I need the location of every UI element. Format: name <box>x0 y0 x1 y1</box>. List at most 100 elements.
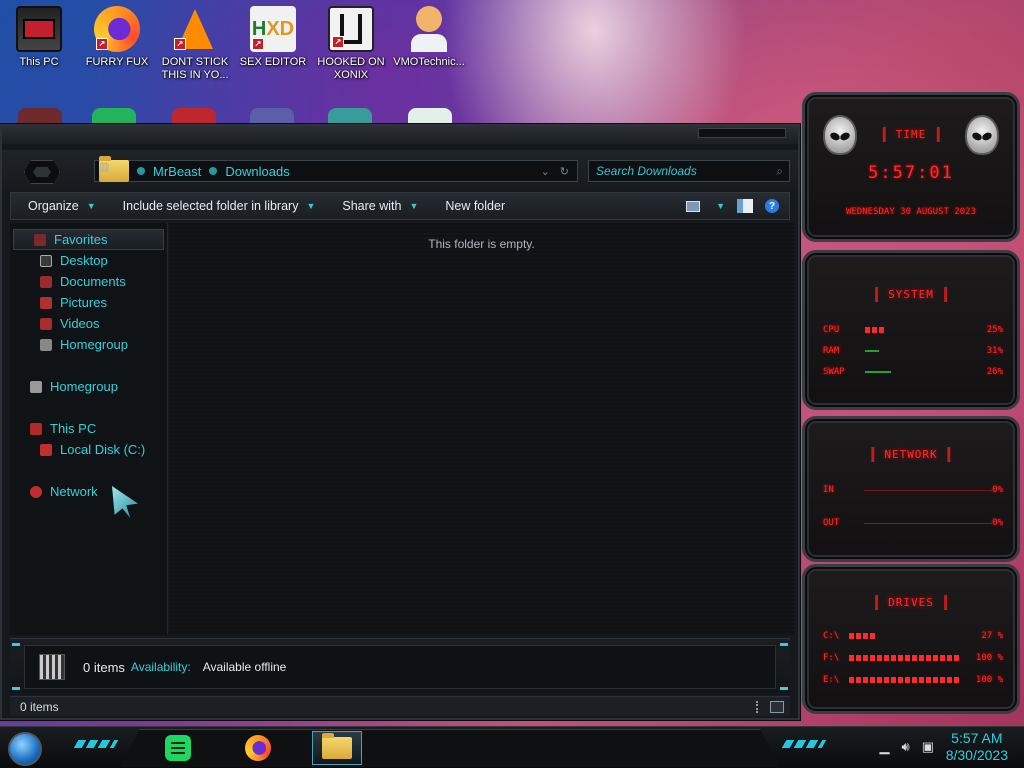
chevron-down-icon[interactable]: ⌄ <box>541 165 550 178</box>
file-explorer-icon <box>322 733 352 759</box>
new-folder-button[interactable]: New folder <box>428 199 515 213</box>
details-view-icon[interactable] <box>756 700 760 713</box>
desktop-icon-furry-fux[interactable]: ↗ FURRY FUX <box>82 6 152 69</box>
nav-homegroup[interactable]: Homegroup <box>10 376 167 397</box>
desktop-icon-vmotechnic[interactable]: VMOTechnic... <box>393 6 465 69</box>
command-bar: Organize ▼ Include selected folder in lib… <box>10 192 790 220</box>
time-widget: TIME 5:57:01 WEDNESDAY 30 AUGUST 2023 <box>802 92 1020 242</box>
desktop-icon-sex-editor[interactable]: H XD ↗ SEX EDITOR <box>238 6 308 69</box>
drives-widget: DRIVES C:\ 27 % F:\ 100 % E:\ 100 % <box>802 564 1020 714</box>
nav-documents[interactable]: Documents <box>10 271 167 292</box>
details-pane: 0 items Availability: Available offline <box>10 638 790 694</box>
large-icons-view-icon[interactable] <box>770 700 784 713</box>
breadcrumb-downloads[interactable]: Downloads <box>225 164 289 179</box>
empty-folder-message: This folder is empty. <box>428 237 535 251</box>
show-hidden-icons-icon[interactable]: ▁ <box>880 739 890 755</box>
nav-pictures[interactable]: Pictures <box>10 292 167 313</box>
desktop-icon-dont-stick[interactable]: ↗ DONT STICK THIS IN YO... <box>160 6 230 82</box>
network-in-graph <box>864 489 993 491</box>
documents-icon <box>40 275 52 288</box>
computer-icon <box>30 422 42 435</box>
start-button[interactable] <box>8 732 42 766</box>
system-tray: ▁ 🔊︎ ▣ <box>880 739 935 755</box>
widget-date: WEDNESDAY 30 AUGUST 2023 <box>845 207 977 217</box>
firefox-icon: ↗ <box>94 6 140 52</box>
address-row: ▥ MrBeast Downloads ⌄ ↻ Search Downloads… <box>2 150 798 194</box>
doctor-avatar-icon <box>406 6 452 52</box>
nav-this-pc[interactable]: This PC <box>10 418 167 439</box>
stat-row-swap: SWAP 26% <box>823 367 1003 377</box>
breadcrumb-separator-icon <box>209 167 218 175</box>
view-dropdown-caret-icon[interactable]: ▼ <box>716 201 725 211</box>
alien-head-icon <box>823 115 857 155</box>
address-bar[interactable]: ▥ MrBeast Downloads ⌄ ↻ <box>94 156 578 182</box>
breadcrumb-mrbeast[interactable]: MrBeast <box>153 164 201 179</box>
taskbar-dock <box>120 729 780 767</box>
widget-title: DRIVES <box>875 595 947 610</box>
network-out-graph <box>864 522 993 524</box>
nav-favorites[interactable]: Favorites <box>13 229 164 250</box>
dropdown-caret-icon: ▼ <box>306 201 316 211</box>
taskbar-clock[interactable]: 5:57 AM 8/30/2023 <box>946 730 1008 764</box>
taskbar-firefox[interactable] <box>240 731 276 765</box>
organize-button[interactable]: Organize ▼ <box>11 199 106 213</box>
taskbar-file-explorer[interactable] <box>312 731 362 765</box>
taskbar-decoration <box>73 740 119 748</box>
network-widget: NETWORK IN 0% OUT 0% <box>802 416 1020 562</box>
nav-desktop[interactable]: Desktop <box>10 250 167 271</box>
taskbar-decoration <box>781 740 827 748</box>
swap-bar <box>865 371 891 373</box>
hxd-editor-icon: H XD ↗ <box>250 6 296 52</box>
navigation-pane: Favorites Desktop Documents Pictures Vid… <box>10 223 168 635</box>
volume-icon[interactable]: 🔊︎ <box>902 739 910 755</box>
nav-network[interactable]: Network <box>10 481 167 502</box>
network-status-icon[interactable]: ▣ <box>922 739 934 755</box>
title-bar[interactable] <box>2 126 798 144</box>
firefox-icon <box>245 735 271 761</box>
refresh-icon[interactable]: ↻ <box>560 165 569 178</box>
change-view-icon[interactable] <box>686 200 701 212</box>
folder-thumbnail-icon <box>39 654 65 680</box>
homegroup-icon <box>40 338 52 351</box>
folder-icon: ▥ <box>99 156 129 182</box>
monitor-icon <box>16 6 62 52</box>
taskbar-spotify[interactable] <box>160 731 196 765</box>
hard-drive-icon <box>40 443 52 456</box>
stat-row-in: IN 0% <box>823 485 1003 495</box>
back-forward-orb[interactable] <box>24 160 60 184</box>
desktop-icon-hooked-on-xonix[interactable]: ↗ HOOKED ON XONIX <box>316 6 386 82</box>
desktop-icon-label: SEX EDITOR <box>239 56 307 68</box>
desktop-icon-this-pc[interactable]: This PC <box>4 6 74 69</box>
videos-icon <box>40 317 52 330</box>
network-icon <box>30 485 42 498</box>
nav-local-disk-c[interactable]: Local Disk (C:) <box>10 439 167 460</box>
widget-title: SYSTEM <box>875 287 947 302</box>
widget-title: NETWORK <box>871 447 951 462</box>
desktop-icon-label: VMOTechnic... <box>393 56 465 68</box>
share-with-button[interactable]: Share with ▼ <box>325 199 428 213</box>
preview-pane-icon[interactable] <box>737 199 753 213</box>
search-input[interactable]: Search Downloads ⌕ <box>588 160 790 182</box>
drive-e-bar <box>849 677 961 683</box>
stat-row-out: OUT 0% <box>823 518 1003 528</box>
help-icon[interactable]: ? <box>765 199 779 213</box>
desktop-icon-label: HOOKED ON XONIX <box>317 56 385 81</box>
availability-label: Availability: <box>130 660 191 674</box>
desktop-icon-label: This PC <box>19 56 59 68</box>
dropdown-caret-icon: ▼ <box>86 201 96 211</box>
breadcrumb-separator-icon <box>137 167 145 175</box>
widget-clock: 5:57:01 <box>868 163 954 183</box>
file-list-area[interactable]: This folder is empty. <box>169 223 794 635</box>
include-in-library-button[interactable]: Include selected folder in library ▼ <box>106 199 326 213</box>
drive-c-bar <box>849 633 875 639</box>
search-icon[interactable]: ⌕ <box>776 164 783 179</box>
stat-row-cpu: CPU 25% <box>823 325 1003 335</box>
system-widget: SYSTEM CPU 25% RAM 31% SWAP 26% <box>802 250 1020 410</box>
nav-videos[interactable]: Videos <box>10 313 167 334</box>
cpu-bar <box>865 327 885 333</box>
clock-date: 8/30/2023 <box>945 747 1008 763</box>
drive-f-bar <box>849 655 961 661</box>
status-item-count: 0 items <box>20 699 59 714</box>
details-item-count: 0 items <box>83 659 125 675</box>
nav-homegroup-favorite[interactable]: Homegroup <box>10 334 167 355</box>
